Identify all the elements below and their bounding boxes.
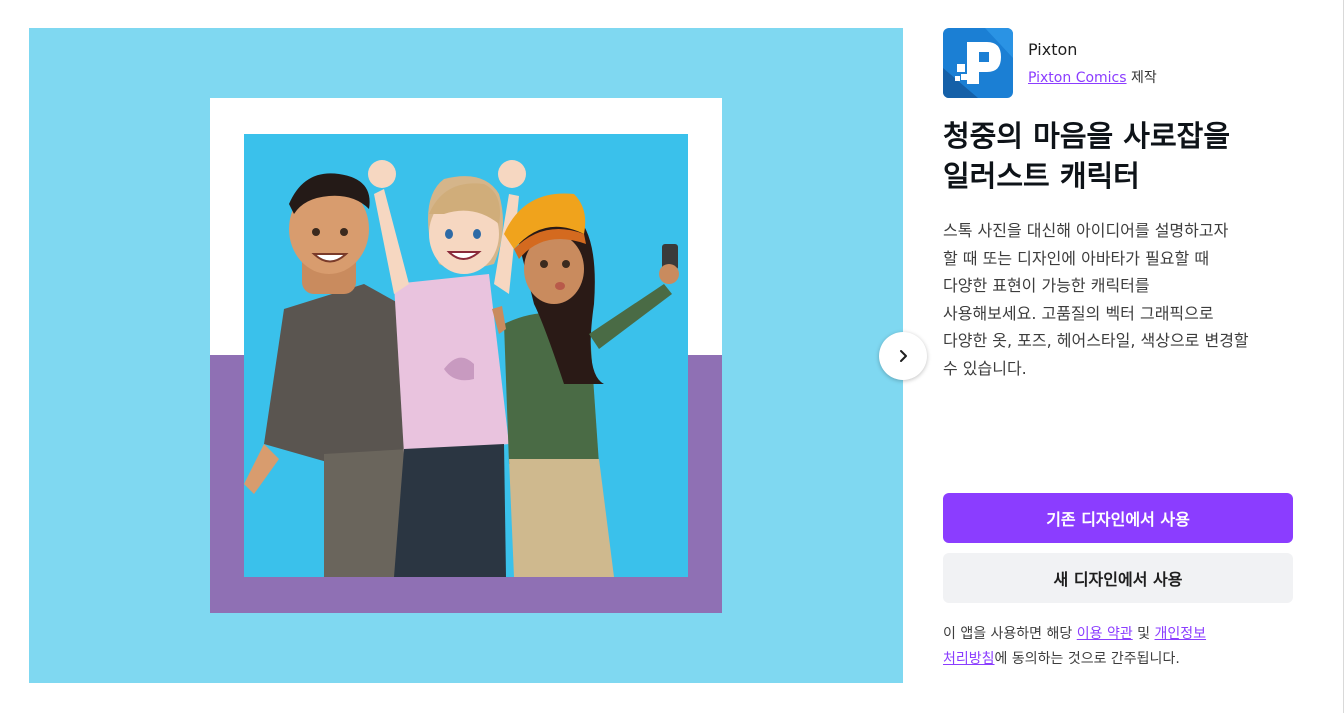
- description-line: 할 때 또는 디자인에 아바타가 필요할 때: [943, 248, 1210, 268]
- character-illustration: [244, 134, 688, 577]
- title-line: 청중의 마음을 사로잡을: [943, 119, 1230, 153]
- description-line: 다양한 옷, 포즈, 헤어스타일, 색상으로 변경할: [943, 331, 1249, 350]
- description-line: 스톡 사진을 대신해 아이디어를 설명하고자: [943, 221, 1229, 240]
- photo-frame: [210, 98, 722, 613]
- character-girl-right: [492, 193, 679, 577]
- app-preview-image: [29, 28, 903, 683]
- maker-link[interactable]: Pixton Comics: [1028, 70, 1127, 86]
- terms-and: 및: [1137, 626, 1151, 642]
- privacy-link-part: 개인정보: [1154, 626, 1207, 642]
- app-maker: Pixton Comics 제작: [1028, 67, 1157, 87]
- chevron-right-icon: [900, 350, 907, 362]
- description-line: 사용해보세요. 고품질의 벡터 그래픽으로: [943, 303, 1214, 323]
- use-in-existing-design-button[interactable]: 기존 디자인에서 사용: [943, 493, 1293, 543]
- page-title: 청중의 마음을 사로잡을 일러스트 캐릭터: [943, 116, 1303, 196]
- description-line: 수 있습니다.: [943, 358, 1027, 378]
- carousel-next-button[interactable]: [879, 332, 927, 380]
- title-line: 일러스트 캐릭터: [943, 159, 1140, 193]
- terms-prefix: 이 앱을 사용하면 해당: [943, 626, 1073, 642]
- terms-of-use-link[interactable]: 이용 약관: [1077, 626, 1133, 642]
- description-line: 다양한 표현이 가능한 캐릭터를: [943, 276, 1150, 295]
- pixton-logo-icon: [943, 28, 1013, 98]
- app-description: 스톡 사진을 대신해 아이디어를 설명하고자 할 때 또는 디자인에 아바타가 …: [943, 217, 1303, 382]
- terms-notice: 이 앱을 사용하면 해당 이용 약관 및 개인정보처리방침에 동의하는 것으로 …: [943, 622, 1293, 672]
- privacy-link-part: 처리방침: [943, 651, 995, 667]
- maker-suffix: 제작: [1131, 70, 1157, 86]
- terms-suffix: 에 동의하는 것으로 간주됩니다.: [994, 651, 1180, 667]
- use-in-new-design-button[interactable]: 새 디자인에서 사용: [943, 553, 1293, 603]
- app-name: Pixton: [1028, 40, 1078, 59]
